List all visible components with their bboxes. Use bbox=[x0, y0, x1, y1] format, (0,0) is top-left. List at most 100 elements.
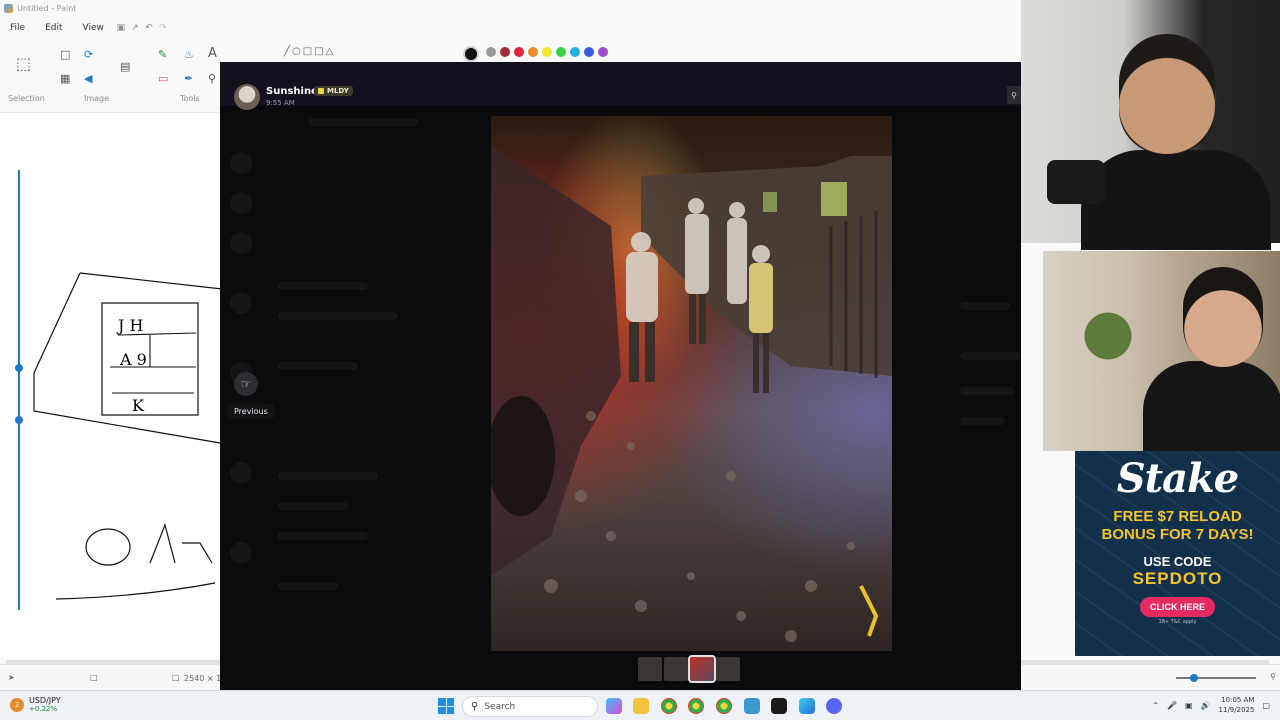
author-name[interactable]: Sunshine bbox=[266, 86, 318, 97]
palette-swatch-4[interactable] bbox=[542, 47, 552, 57]
save-icon[interactable]: ▣ bbox=[114, 23, 128, 33]
menu-view[interactable]: View bbox=[73, 23, 114, 33]
discord-icon[interactable] bbox=[826, 698, 842, 714]
eraser-icon[interactable]: ▭ bbox=[158, 72, 168, 85]
thumbnail-0[interactable] bbox=[638, 657, 662, 681]
menu-edit[interactable]: Edit bbox=[35, 23, 72, 33]
image-viewer-overlay[interactable]: Sunshine MLDY 9:55 AM ⚲ ☞ Previous bbox=[220, 62, 1021, 690]
slider-knob[interactable] bbox=[15, 364, 23, 372]
post-timestamp: 9:55 AM bbox=[266, 99, 295, 107]
camera-icon bbox=[1047, 160, 1105, 204]
selection-icon[interactable]: ⬚ bbox=[16, 54, 31, 73]
thumbnail-1[interactable] bbox=[664, 657, 688, 681]
previous-tooltip: Previous bbox=[228, 404, 274, 419]
stake-click-here-button[interactable]: CLICK HERE bbox=[1139, 597, 1215, 617]
palette-swatch-3[interactable] bbox=[528, 47, 538, 57]
text-icon[interactable]: A bbox=[208, 46, 217, 61]
author-avatar[interactable] bbox=[234, 84, 260, 110]
flip-icon[interactable]: ◀ bbox=[84, 72, 92, 85]
pencil-icon[interactable]: ✎ bbox=[158, 48, 167, 61]
zoom-slider-knob[interactable] bbox=[1190, 674, 1198, 682]
stake-logo: Stake bbox=[1116, 455, 1239, 502]
previous-button[interactable]: ☞ bbox=[234, 372, 258, 396]
photo-scene bbox=[491, 146, 892, 642]
crop-icon[interactable]: □ bbox=[60, 48, 70, 61]
rotate-icon[interactable]: ⟳ bbox=[84, 48, 93, 61]
cursor-position-icon: ➤ bbox=[8, 673, 15, 682]
svg-text:J H: J H bbox=[116, 316, 144, 335]
stake-offer: FREE $7 RELOAD BONUS FOR 7 DAYS! bbox=[1075, 508, 1280, 544]
zoom-in-icon[interactable]: ⚲ bbox=[1270, 672, 1276, 681]
windows-taskbar: 2 USD/JPY +0.22% ⚲ Search ⌃ 🎤 ▣ 🔊 10:05 … bbox=[0, 690, 1280, 720]
chrome-icon[interactable] bbox=[661, 698, 677, 714]
palette-swatch-2[interactable] bbox=[514, 47, 524, 57]
palette-swatch-7[interactable] bbox=[584, 47, 594, 57]
palette-swatch-1[interactable] bbox=[500, 47, 510, 57]
taskbar-search[interactable]: ⚲ Search bbox=[462, 696, 598, 717]
microphone-icon[interactable]: 🎤 bbox=[1167, 701, 1177, 710]
palette-swatch-8[interactable] bbox=[598, 47, 608, 57]
resize-icon[interactable]: ▦ bbox=[60, 72, 70, 85]
ticker-change: +0.22% bbox=[29, 705, 58, 713]
stake-ad-banner[interactable]: Stake FREE $7 RELOAD BONUS FOR 7 DAYS! U… bbox=[1075, 451, 1280, 656]
chevron-up-icon[interactable]: ⌃ bbox=[1152, 701, 1159, 710]
notification-icon[interactable]: ▢ bbox=[1262, 701, 1270, 710]
selection-size-icon: □ bbox=[90, 673, 98, 682]
image-select-icon[interactable]: ▤ bbox=[120, 60, 130, 73]
clock-time: 10:05 AM bbox=[1221, 696, 1255, 704]
palette-swatch-0[interactable] bbox=[486, 47, 496, 57]
stake-fine-print: 18+ T&C apply bbox=[1158, 619, 1197, 625]
thumbnail-3[interactable] bbox=[716, 657, 740, 681]
file-explorer-icon[interactable] bbox=[633, 698, 649, 714]
search-label: Search bbox=[484, 701, 516, 712]
stock-ticker-widget[interactable]: 2 USD/JPY +0.22% bbox=[10, 696, 61, 713]
paint-logo-icon bbox=[4, 3, 13, 13]
stake-offer-line2: BONUS FOR 7 DAYS! bbox=[1101, 526, 1254, 543]
active-color-swatch[interactable] bbox=[463, 46, 479, 62]
streamer-webcam-2 bbox=[1043, 251, 1280, 451]
stake-promo-code: SEPDOTO bbox=[1132, 569, 1223, 588]
undo-icon[interactable]: ↶ bbox=[142, 23, 156, 33]
paint-canvas[interactable]: J H A 9 K bbox=[0, 112, 225, 657]
magnifier-icon[interactable]: ⚲ bbox=[208, 72, 216, 85]
viewed-photo[interactable] bbox=[491, 116, 892, 651]
shapes-icon[interactable]: ╱○□□△ bbox=[284, 46, 335, 57]
share-icon[interactable]: ↗ bbox=[128, 23, 142, 33]
system-tray: ⌃ 🎤 ▣ 🔊 10:05 AM 11/9/2025 ▢ bbox=[1152, 695, 1270, 715]
svg-text:A 9: A 9 bbox=[119, 350, 147, 369]
paint-window-title: Untitled - Paint bbox=[17, 3, 77, 13]
canvas-size-icon: □ bbox=[172, 673, 180, 682]
network-icon[interactable]: ▣ bbox=[1185, 701, 1193, 710]
volume-icon[interactable]: 🔊 bbox=[1201, 701, 1211, 710]
redo-icon[interactable]: ↷ bbox=[156, 23, 170, 33]
zoom-slider[interactable] bbox=[1176, 674, 1256, 682]
author-server-tag: MLDY bbox=[314, 86, 353, 96]
paint-menubar: File Edit View ▣ ↗ ↶ ↷ bbox=[0, 18, 170, 38]
svg-text:K: K bbox=[132, 396, 145, 415]
snipping-tool-icon[interactable] bbox=[744, 698, 760, 714]
ticker-symbol: USD/JPY bbox=[29, 696, 61, 705]
paint-titlebar: Untitled - Paint bbox=[0, 0, 76, 16]
thumbnail-2[interactable] bbox=[688, 655, 716, 683]
windows-start-icon[interactable] bbox=[438, 698, 454, 714]
canvas-vertical-slider[interactable] bbox=[15, 170, 23, 610]
chrome-icon-3[interactable] bbox=[716, 698, 732, 714]
palette-swatch-5[interactable] bbox=[556, 47, 566, 57]
copilot-icon[interactable] bbox=[606, 698, 622, 714]
taskbar-clock[interactable]: 10:05 AM 11/9/2025 bbox=[1219, 695, 1255, 715]
search-icon: ⚲ bbox=[471, 701, 479, 712]
color-picker-icon[interactable]: ✒ bbox=[184, 72, 193, 85]
slider-knob-2[interactable] bbox=[15, 416, 23, 424]
tools-group-label: Tools bbox=[180, 94, 200, 103]
menu-file[interactable]: File bbox=[0, 23, 35, 33]
stake-offer-line1: FREE $7 RELOAD bbox=[1113, 508, 1242, 525]
zoom-icon[interactable]: ⚲ bbox=[1007, 86, 1021, 104]
thumbnail-strip bbox=[638, 655, 740, 683]
palette-swatch-6[interactable] bbox=[570, 47, 580, 57]
viewer-header bbox=[220, 62, 1021, 106]
ticker-badge: 2 bbox=[10, 697, 24, 712]
chrome-icon-2[interactable] bbox=[688, 698, 704, 714]
fill-icon[interactable]: ♨ bbox=[184, 48, 194, 61]
obs-icon[interactable] bbox=[771, 698, 787, 714]
app-icon[interactable] bbox=[799, 698, 815, 714]
